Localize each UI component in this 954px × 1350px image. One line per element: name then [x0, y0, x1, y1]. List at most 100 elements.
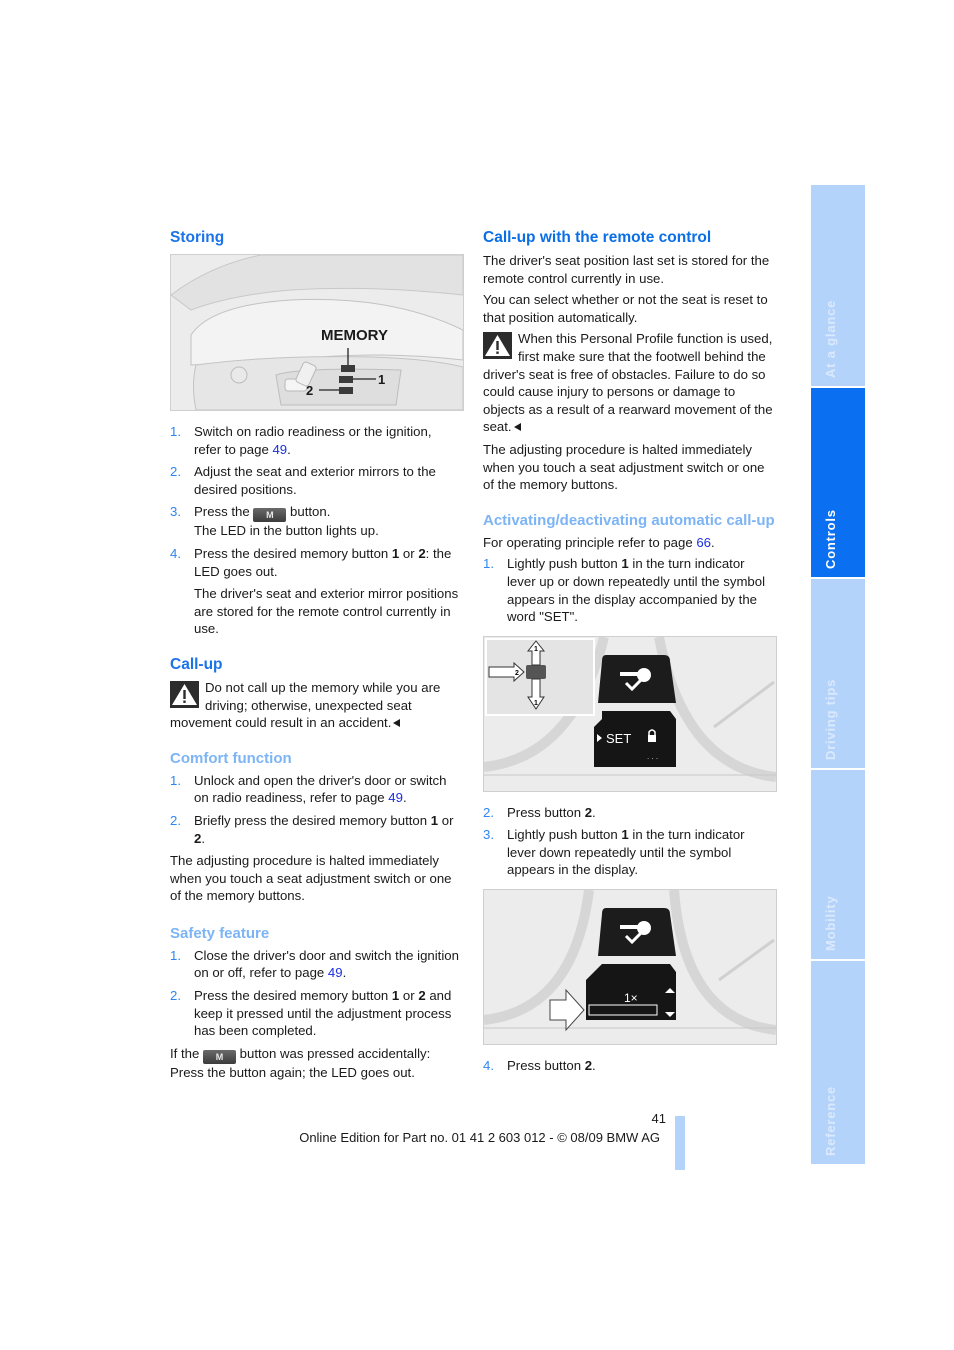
svg-text:. . .: . . . [647, 752, 658, 761]
tab-label: Controls [823, 509, 838, 569]
comfort-step-2: 2. Briefly press the desired memory butt… [170, 812, 462, 847]
step-text: or [399, 988, 419, 1004]
callout-1: 1 [378, 372, 385, 387]
auto-step-1: 1. Lightly push button 1 in the turn ind… [483, 555, 775, 625]
step-number: 4. [483, 1058, 494, 1074]
safety-note: If the M button was pressed accidentally… [170, 1045, 462, 1082]
step-text: or [399, 545, 419, 561]
warning-text: When this Personal Profile function is u… [483, 331, 773, 435]
warning-icon [483, 332, 512, 360]
intro-text-end: . [711, 534, 715, 550]
page-link-49[interactable]: 49 [328, 965, 343, 980]
button-ref: 1 [430, 812, 439, 828]
button-ref: 1 [621, 556, 629, 572]
step-text: Press the desired memory button [194, 988, 392, 1004]
comfort-step-1: 1. Unlock and open the driver's door or … [170, 772, 462, 807]
step-text: Press the [194, 504, 254, 520]
storing-step-4: 4. Press the desired memory button 1 or … [170, 545, 462, 580]
remote-warning: When this Personal Profile function is u… [483, 330, 775, 436]
button-ref: 2 [418, 988, 426, 1004]
display-set-illustration: 1 1 2 SET . . . [484, 636, 776, 791]
safety-step-1: 1. Close the driver's door and switch th… [170, 947, 462, 982]
step-text: Switch on radio readiness or the ignitio… [194, 424, 432, 457]
display-set-figure: 1 1 2 SET . . . [483, 635, 777, 792]
tab-label: Reference [823, 1085, 838, 1156]
step-text-end: . [592, 804, 596, 820]
callup-warning: Do not call up the memory while you are … [170, 679, 462, 732]
step-text-end: . [287, 441, 291, 457]
comfort-heading: Comfort function [170, 749, 292, 767]
page-link-66[interactable]: 66 [696, 535, 711, 550]
button-ref: 2 [584, 1058, 593, 1074]
auto-step-2: 2. Press button 2. [483, 804, 775, 822]
step-number: 2. [170, 988, 181, 1004]
step-text: Press button [507, 1058, 585, 1074]
page-link-49[interactable]: 49 [388, 790, 403, 805]
step-number: 2. [170, 812, 181, 828]
tab-mobility[interactable]: Mobility [811, 770, 865, 959]
seat-memory-figure: MEMORY 1 2 [170, 254, 464, 411]
tab-at-a-glance[interactable]: At a glance [811, 185, 865, 386]
auto-intro: For operating principle refer to page 66… [483, 534, 775, 552]
storing-step-1: 1. Switch on radio readiness or the igni… [170, 423, 462, 458]
step-number: 2. [170, 464, 181, 480]
remote-paragraph-2: You can select whether or not the seat i… [483, 292, 768, 325]
chapter-tabs: At a glance Controls Driving tips Mobili… [811, 185, 865, 1166]
step-text: or [438, 812, 454, 828]
step-text-end: . [592, 1058, 596, 1074]
callup-heading: Call-up [170, 655, 223, 673]
storing-step-3: 3. Press the M button. The LED in the bu… [170, 503, 462, 540]
storing-note: The driver's seat and exterior mirror po… [194, 586, 459, 637]
callout-2: 2 [306, 383, 313, 398]
display-1x-illustration: 1× [484, 890, 776, 1045]
safety-heading: Safety feature [170, 924, 270, 942]
left-column: Storing MEMORY 1 2 1. Switch on radio re… [170, 228, 464, 1085]
set-display-text: SET [606, 731, 631, 746]
step-result: The LED in the button lights up. [194, 523, 379, 539]
auto-callup-heading: Activating/deactivating automatic call-u… [483, 511, 775, 529]
remote-paragraph-1: The driver's seat position last set is s… [483, 253, 770, 286]
end-marker-icon [393, 719, 401, 728]
arrow-up-label: 1 [534, 646, 538, 653]
step-text-end: button. [286, 504, 331, 520]
step-text-end: . [342, 965, 347, 981]
step-text: Unlock and open the driver's door or swi… [194, 772, 447, 806]
step-text: Press button [507, 804, 585, 820]
step-number: 3. [483, 827, 494, 843]
tab-label: At a glance [823, 299, 838, 378]
page-number: 41 [651, 1111, 666, 1126]
step-text: Adjust the seat and exterior mirrors to … [194, 464, 436, 497]
memory-button-icon: M [203, 1049, 236, 1064]
tab-driving-tips[interactable]: Driving tips [811, 579, 865, 768]
remote-heading: Call-up with the remote control [483, 229, 712, 246]
page-link-49[interactable]: 49 [272, 442, 287, 457]
tab-reference[interactable]: Reference [811, 961, 865, 1164]
auto-step-3: 3. Lightly push button 1 in the turn ind… [483, 826, 775, 879]
memory-button-icon: M [253, 508, 287, 523]
warning-icon [170, 680, 199, 708]
safety-step-2: 2. Press the desired memory button 1 or … [170, 987, 462, 1040]
step-number: 4. [170, 545, 181, 561]
step-text-end: . [201, 830, 206, 846]
step-number: 1. [170, 947, 181, 963]
display-1x-figure: 1× [483, 889, 777, 1046]
step-text: Lightly push button [507, 556, 622, 572]
note-text: If the [170, 1045, 203, 1061]
step-text: Close the driver's door and switch the i… [194, 947, 459, 981]
auto-step-4: 4. Press button 2. [483, 1057, 775, 1075]
button-ref: 2 [418, 545, 426, 561]
step-number: 1. [170, 424, 181, 439]
tab-controls[interactable]: Controls [811, 388, 865, 577]
storing-heading: Storing [170, 229, 225, 246]
intro-text: For operating principle refer to page [483, 534, 697, 550]
step-text: Briefly press the desired memory button [194, 812, 431, 828]
step-text-end: . [402, 790, 407, 806]
step-number: 2. [483, 804, 494, 820]
step-text: Press the desired memory button [194, 545, 392, 561]
button-ref: 1 [621, 827, 629, 843]
footer-bar [675, 1116, 685, 1170]
memory-label: MEMORY [321, 327, 388, 344]
tab-label: Driving tips [823, 678, 838, 760]
tab-label: Mobility [823, 895, 838, 951]
right-column: Call-up with the remote control The driv… [483, 228, 777, 1080]
